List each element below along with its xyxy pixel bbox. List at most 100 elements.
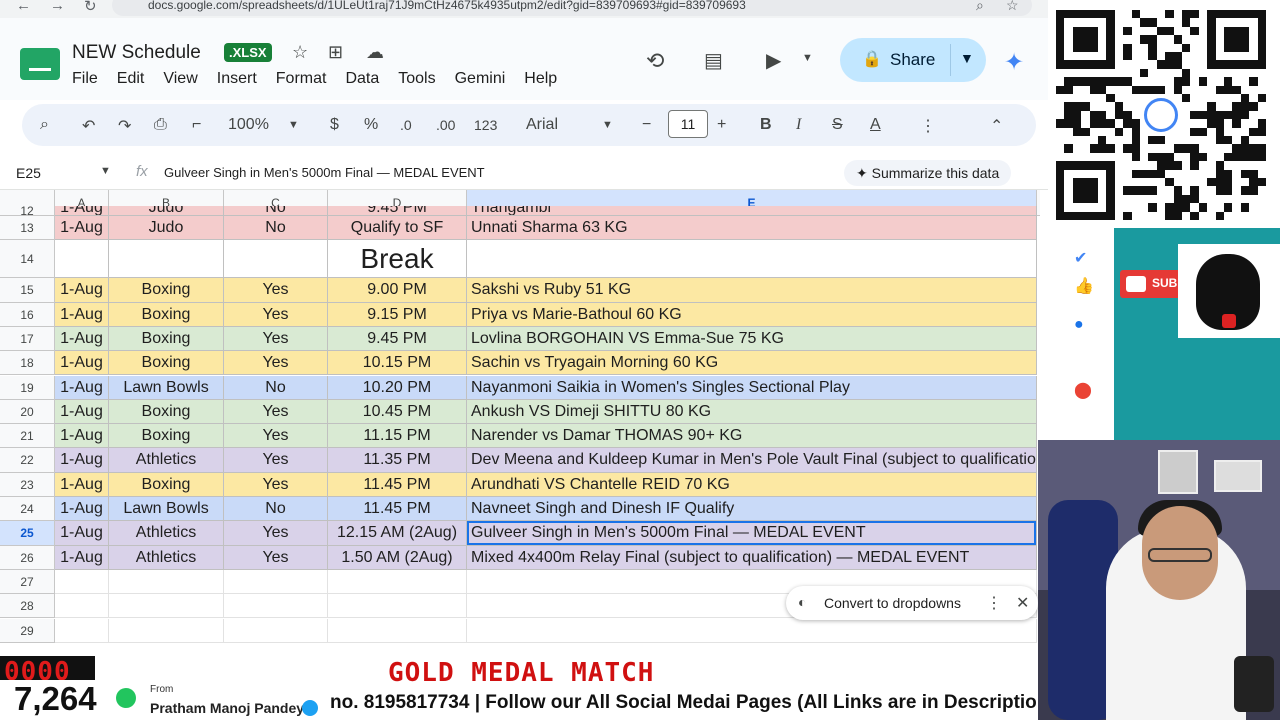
- grid-cell-b[interactable]: Judo: [109, 206, 224, 216]
- grid-cell-d[interactable]: 1.50 AM (2Aug): [328, 545, 467, 570]
- chip-more-icon[interactable]: ⋮: [986, 593, 1002, 613]
- undo-icon[interactable]: ↶: [82, 116, 95, 136]
- grid-cell-e[interactable]: Priya vs Marie-Bathoul 60 KG: [467, 302, 1037, 327]
- grid-cell-c[interactable]: Yes: [224, 472, 328, 497]
- grid-cell-d[interactable]: 11.35 PM: [328, 448, 467, 473]
- menu-view[interactable]: View: [163, 70, 197, 88]
- row-header[interactable]: 23: [0, 472, 55, 497]
- grid-cell-c[interactable]: Yes: [224, 399, 328, 425]
- grid-cell-b[interactable]: Boxing: [109, 278, 224, 303]
- summarize-button[interactable]: ✦ Summarize this data: [844, 160, 1012, 186]
- menu-edit[interactable]: Edit: [117, 70, 145, 88]
- grid-cell-b[interactable]: Athletics: [109, 521, 224, 546]
- tasks-icon[interactable]: ✔: [1074, 248, 1087, 268]
- grid-cell-e[interactable]: Lovlina BORGOHAIN VS Emma-Sue 75 KG: [467, 326, 1037, 352]
- grid-cell-a[interactable]: 1-Aug: [55, 375, 109, 400]
- menu-data[interactable]: Data: [345, 70, 379, 88]
- menu-tools[interactable]: Tools: [398, 70, 435, 88]
- zoom-icon[interactable]: ⌕: [976, 0, 984, 14]
- strikethrough-icon[interactable]: S: [832, 116, 843, 134]
- grid-cell-e[interactable]: [467, 618, 1037, 643]
- grid-cell-d[interactable]: 9.15 PM: [328, 302, 467, 327]
- grid-cell-d[interactable]: [328, 618, 467, 643]
- grid-cell-c[interactable]: Yes: [224, 278, 328, 303]
- contacts-icon[interactable]: ●: [1074, 316, 1084, 334]
- row-header[interactable]: 24: [0, 497, 55, 522]
- menu-file[interactable]: File: [72, 70, 98, 88]
- maps-icon[interactable]: ⬤: [1074, 380, 1092, 400]
- grid-cell-b[interactable]: Lawn Bowls: [109, 375, 224, 400]
- grid-cell-e[interactable]: Sachin vs Tryagain Morning 60 KG: [467, 351, 1037, 376]
- menu-gemini[interactable]: Gemini: [455, 70, 506, 88]
- grid-cell-b[interactable]: Boxing: [109, 424, 224, 449]
- grid-cell-a[interactable]: 1-Aug: [55, 351, 109, 376]
- bold-icon[interactable]: B: [760, 116, 772, 134]
- grid-cell-c[interactable]: No: [224, 375, 328, 400]
- font-size-input[interactable]: 11: [668, 110, 708, 138]
- reload-icon[interactable]: ↻: [84, 0, 97, 15]
- decrease-decimal-button[interactable]: .0: [400, 117, 412, 133]
- grid-cell-a[interactable]: 1-Aug: [55, 206, 109, 216]
- back-icon[interactable]: ←: [16, 0, 31, 14]
- row-header[interactable]: 14: [0, 240, 55, 279]
- grid-cell-a[interactable]: [55, 594, 109, 619]
- grid-cell-d[interactable]: 9.45 PM: [328, 326, 467, 352]
- increase-decimal-button[interactable]: .00: [436, 117, 455, 133]
- number-format-button[interactable]: 123: [474, 117, 497, 133]
- grid-cell-a[interactable]: 1-Aug: [55, 472, 109, 497]
- grid-cell-b[interactable]: Boxing: [109, 399, 224, 425]
- grid-cell-d[interactable]: Break: [328, 240, 467, 279]
- grid-cell-d[interactable]: 9.00 PM: [328, 278, 467, 303]
- grid-cell-d[interactable]: 9.45 PM: [328, 206, 467, 216]
- grid-cell-c[interactable]: [224, 569, 328, 595]
- collapse-toolbar-icon[interactable]: ⌃: [990, 116, 1003, 136]
- grid-cell-c[interactable]: [224, 240, 328, 279]
- grid-cell-b[interactable]: [109, 569, 224, 595]
- grid-cell-e[interactable]: Mixed 4x400m Relay Final (subject to qua…: [467, 545, 1037, 570]
- grid-cell-b[interactable]: Athletics: [109, 545, 224, 570]
- grid-cell-c[interactable]: No: [224, 216, 328, 241]
- grid-cell-b[interactable]: Boxing: [109, 351, 224, 376]
- percent-format-button[interactable]: %: [364, 116, 378, 134]
- grid-cell-c[interactable]: Yes: [224, 424, 328, 449]
- grid-cell-b[interactable]: [109, 594, 224, 619]
- grid-cell-d[interactable]: 12.15 AM (2Aug): [328, 521, 467, 546]
- cloud-status-icon[interactable]: ☁: [366, 42, 384, 63]
- row-header[interactable]: 12: [0, 205, 55, 217]
- formula-input[interactable]: Gulveer Singh in Men's 5000m Final — MED…: [164, 165, 485, 180]
- grid-cell-c[interactable]: No: [224, 206, 328, 216]
- row-header[interactable]: 27: [0, 569, 55, 595]
- name-box-dropdown-icon[interactable]: ▼: [100, 165, 111, 177]
- row-header[interactable]: 26: [0, 545, 55, 570]
- grid-cell-d[interactable]: 11.45 PM: [328, 497, 467, 522]
- grid-cell-e[interactable]: Dev Meena and Kuldeep Kumar in Men's Pol…: [467, 448, 1037, 473]
- grid-cell-d[interactable]: 10.20 PM: [328, 375, 467, 400]
- grid-cell-a[interactable]: 1-Aug: [55, 424, 109, 449]
- menu-format[interactable]: Format: [276, 70, 327, 88]
- grid-cell-d[interactable]: [328, 569, 467, 595]
- name-box[interactable]: E25: [16, 165, 41, 181]
- zoom-dropdown-icon[interactable]: ▼: [288, 119, 299, 131]
- grid-cell-e[interactable]: Ankush VS Dimeji SHITTU 80 KG: [467, 399, 1037, 425]
- menu-insert[interactable]: Insert: [217, 70, 257, 88]
- convert-to-dropdowns-chip[interactable]: ◐ Convert to dropdowns ⋮ ✕: [786, 586, 1038, 620]
- font-size-increase-icon[interactable]: +: [717, 116, 726, 134]
- comments-icon[interactable]: ▤: [704, 48, 723, 73]
- grid-cell-b[interactable]: Athletics: [109, 448, 224, 473]
- more-options-icon[interactable]: ⋮: [920, 116, 936, 136]
- grid-cell-b[interactable]: Boxing: [109, 326, 224, 352]
- grid-cell-a[interactable]: 1-Aug: [55, 545, 109, 570]
- row-header[interactable]: 20: [0, 399, 55, 425]
- grid-cell-c[interactable]: No: [224, 497, 328, 522]
- zoom-select[interactable]: 100%: [228, 116, 269, 134]
- grid-cell-d[interactable]: Qualify to SF: [328, 216, 467, 241]
- meet-icon[interactable]: ▶: [766, 48, 781, 73]
- grid-cell-c[interactable]: [224, 594, 328, 619]
- grid-cell-c[interactable]: Yes: [224, 302, 328, 327]
- grid-cell-d[interactable]: 11.45 PM: [328, 472, 467, 497]
- version-history-icon[interactable]: ⟲: [646, 48, 664, 74]
- row-header[interactable]: 16: [0, 302, 55, 327]
- menu-help[interactable]: Help: [524, 70, 557, 88]
- grid-cell-e[interactable]: Thangambi: [467, 206, 1037, 216]
- grid-cell-e[interactable]: Gulveer Singh in Men's 5000m Final — MED…: [467, 521, 1037, 546]
